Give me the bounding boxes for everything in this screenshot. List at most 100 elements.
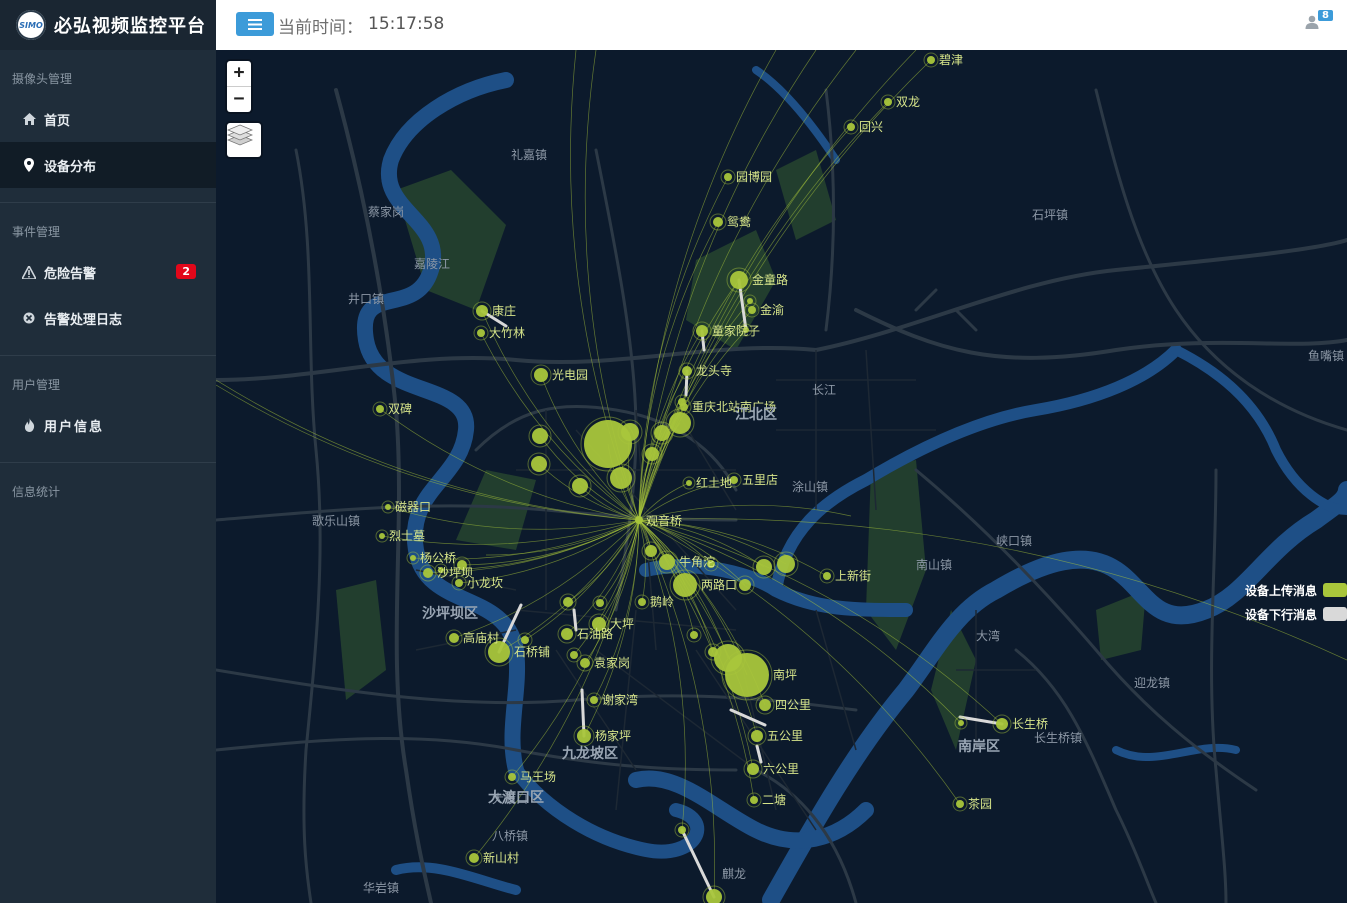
- place-label: 大竹林: [489, 326, 525, 340]
- device-marker: [686, 480, 692, 486]
- place-label: 龙头寺: [696, 364, 732, 378]
- device-marker: [751, 730, 763, 742]
- sidebar-item-alarm-log[interactable]: 告警处理日志: [0, 295, 216, 341]
- device-marker: [476, 305, 488, 317]
- place-label: 大坪: [610, 617, 634, 631]
- user-menu[interactable]: 8: [1303, 10, 1333, 34]
- place-label: 五公里: [767, 729, 803, 743]
- place-label: 两路口: [701, 577, 737, 592]
- layers-button[interactable]: [227, 123, 261, 157]
- device-marker: [531, 456, 547, 472]
- zoom-out-button[interactable]: −: [227, 86, 251, 112]
- device-marker: [455, 579, 463, 587]
- home-icon: [22, 113, 36, 125]
- device-marker: [690, 631, 698, 639]
- device-marker: [696, 325, 708, 337]
- device-marker: [379, 533, 385, 539]
- place-label: 迎龙镇: [1134, 676, 1170, 690]
- legend-swatch-download: [1323, 607, 1347, 621]
- sidebar-item-home[interactable]: 首页: [0, 96, 216, 142]
- device-marker: [659, 554, 675, 570]
- sidebar-item-label: 危险告警: [44, 266, 97, 282]
- place-label: 高庙村: [463, 630, 499, 645]
- device-marker: [730, 271, 748, 289]
- device-marker: [713, 217, 723, 227]
- sidebar-item-user-info[interactable]: 用户信息: [0, 402, 216, 448]
- device-marker: [847, 123, 855, 131]
- device-marker: [996, 718, 1008, 730]
- place-label: 八桥镇: [492, 829, 528, 843]
- district-label: 沙坪坝区: [422, 606, 478, 622]
- sidebar: SIMO 必弘视频监控平台 摄像头管理 首页 设备分布 事件管理 危险告警 2 …: [0, 0, 216, 903]
- device-map[interactable]: 碧津 双龙 回兴 礼嘉镇 园博园 鸳鸯 石坪镇 金童路 金渝 童家院子 蔡家岗 嘉陵江 井口镇 康庄 大竹林…: [216, 50, 1347, 903]
- hub-label: 观音桥: [646, 513, 682, 528]
- place-label: 涂山镇: [792, 479, 828, 494]
- group-label-statistics: 信息统计: [12, 485, 61, 499]
- device-marker: [521, 636, 529, 644]
- device-marker: [410, 555, 416, 561]
- device-marker: [563, 597, 573, 607]
- logo-text: SIMO: [19, 20, 43, 30]
- device-marker: [532, 428, 548, 444]
- place-label: 上新街: [835, 568, 871, 583]
- place-label: 长江: [812, 383, 836, 397]
- device-marker: [385, 504, 391, 510]
- device-marker: [777, 555, 795, 573]
- place-label: 歌乐山镇: [312, 513, 360, 528]
- top-header: 当前时间： 15:17:58 8: [216, 0, 1347, 51]
- device-marker: [823, 572, 831, 580]
- district-label: 九龙坡区: [561, 745, 618, 762]
- place-label: 石桥铺: [514, 645, 550, 659]
- sidebar-item-device-distribution[interactable]: 设备分布: [0, 142, 216, 188]
- device-marker: [572, 478, 588, 494]
- device-marker: [561, 628, 573, 640]
- device-marker: [654, 425, 670, 441]
- district-label: 南岸区: [958, 738, 1000, 755]
- place-label: 茶园: [968, 796, 992, 811]
- group-label-users: 用户管理: [12, 378, 61, 392]
- zoom-in-button[interactable]: +: [227, 61, 251, 86]
- device-marker: [423, 568, 433, 578]
- place-label: 长生桥镇: [1034, 731, 1082, 745]
- place-label: 井口镇: [348, 292, 384, 306]
- place-label: 双碑: [388, 401, 412, 416]
- device-marker: [508, 773, 516, 781]
- current-time-value: 15:17:58: [368, 14, 445, 34]
- device-marker: [759, 699, 771, 711]
- device-marker: [708, 647, 718, 657]
- place-label: 六公里: [763, 762, 799, 776]
- device-marker: [956, 800, 964, 808]
- sidebar-item-danger-alarm[interactable]: 危险告警 2: [0, 249, 216, 295]
- place-label: 嘉陵江: [414, 257, 450, 271]
- device-marker: [747, 763, 759, 775]
- device-marker: [927, 56, 935, 64]
- current-time-label: 当前时间：: [278, 18, 363, 38]
- place-label: 麒龙: [722, 866, 746, 881]
- sidebar-item-label: 设备分布: [44, 159, 97, 175]
- device-marker: [756, 559, 772, 575]
- place-label: 杨家坪: [595, 728, 631, 743]
- place-label: 杨公桥: [420, 550, 456, 565]
- district-label: 江北区: [735, 406, 777, 423]
- place-label: 康庄: [492, 303, 516, 318]
- hub-marker: [635, 516, 643, 524]
- legend-label: 设备下行消息: [1244, 607, 1317, 622]
- device-marker: [673, 573, 697, 597]
- device-marker: [610, 467, 632, 489]
- layers-icon: [227, 124, 253, 146]
- place-label: 双龙: [896, 95, 920, 109]
- device-marker: [638, 598, 646, 606]
- brand: SIMO 必弘视频监控平台: [0, 0, 216, 50]
- place-label: 金渝: [760, 302, 784, 317]
- place-label: 鱼嘴镇: [1308, 349, 1344, 363]
- map-canvas: 碧津双龙回兴礼嘉镇园博园鸳鸯 石坪镇金童路金渝童家院子 蔡家岗嘉陵江井口镇康庄大竹林…: [216, 50, 1347, 903]
- menu-toggle-button[interactable]: [236, 12, 274, 36]
- device-marker: [449, 633, 459, 643]
- device-marker: [958, 720, 964, 726]
- place-label: 峡口镇: [996, 534, 1032, 548]
- place-label: 园博园: [736, 169, 772, 184]
- legend-item-upload: 设备上传消息: [1237, 578, 1347, 602]
- notification-badge: 8: [1318, 10, 1333, 21]
- place-label: 袁家岗: [594, 655, 630, 670]
- place-label: 鹅岭: [650, 595, 674, 609]
